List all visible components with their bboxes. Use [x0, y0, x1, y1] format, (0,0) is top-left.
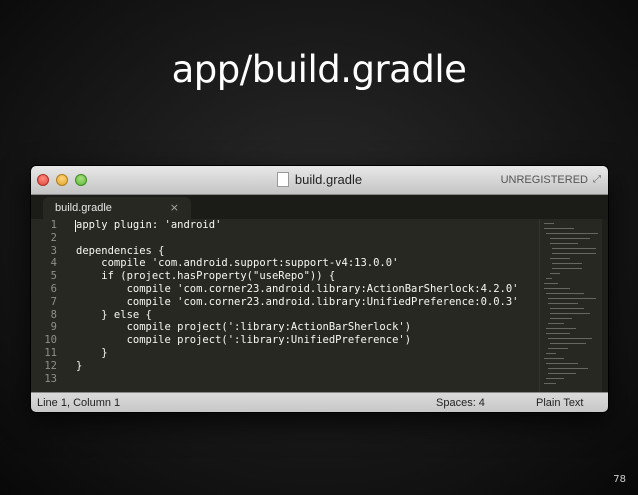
window-title: build.gradle: [294, 172, 363, 187]
minimap-line: [546, 293, 584, 294]
minimap-line: [546, 363, 578, 364]
tab-build-gradle[interactable]: build.gradle ×: [43, 197, 191, 219]
code-area[interactable]: apply plugin: 'android' dependencies { co…: [76, 219, 536, 392]
code-editor[interactable]: 1 2 3 4 5 6 7 8 9 10 11 12 13 apply plugin: 'android…: [31, 219, 608, 392]
minimap-line: [544, 223, 554, 224]
line-number: 13: [44, 372, 57, 385]
line-number-gutter: 1 2 3 4 5 6 7 8 9 10 11 12 13: [31, 219, 67, 392]
code-line[interactable]: compile 'com.corner23.android.library:Un…: [76, 296, 536, 309]
editor-window: build.gradle UNREGISTERED ⤢ build.gradle…: [31, 166, 608, 412]
minimap-line: [544, 383, 556, 384]
code-line[interactable]: compile project(':library:UnifiedPrefere…: [76, 334, 536, 347]
cursor-position: Line 1, Column 1: [37, 397, 121, 409]
slide-title: app/build.gradle: [171, 48, 467, 91]
title-bar[interactable]: build.gradle UNREGISTERED ⤢: [31, 166, 608, 195]
minimap-line: [548, 298, 596, 299]
minimap-line: [552, 253, 596, 254]
syntax-selector[interactable]: Plain Text: [536, 393, 584, 412]
line-number: 10: [44, 334, 57, 347]
minimap-line: [546, 328, 576, 329]
minimap-line: [548, 368, 588, 369]
minimap-line: [550, 318, 572, 319]
code-line[interactable]: [76, 232, 536, 245]
minimap-line: [550, 343, 586, 344]
indentation-setting[interactable]: Spaces: 4: [436, 393, 485, 412]
line-number: 11: [44, 346, 57, 359]
minimap-line: [550, 238, 590, 239]
minimap-line: [544, 358, 564, 359]
minimap-line: [544, 288, 570, 289]
minimap-line: [548, 338, 592, 339]
minimap-line: [546, 353, 556, 354]
minimap-line: [546, 233, 598, 234]
status-bar: Line 1, Column 1 Spaces: 4 Plain Text: [31, 392, 608, 412]
minimap-line: [546, 378, 564, 379]
line-number: 1: [50, 219, 57, 231]
line-number: 8: [50, 308, 57, 321]
minimap-line: [550, 273, 560, 274]
minimap[interactable]: [539, 219, 603, 392]
code-line[interactable]: } else {: [76, 309, 536, 322]
code-line[interactable]: dependencies {: [76, 245, 536, 258]
code-line[interactable]: }: [76, 347, 536, 360]
minimap-line: [550, 243, 578, 244]
line-number: 2: [50, 231, 57, 244]
minimap-line: [544, 228, 574, 229]
line-number: 4: [50, 257, 57, 270]
minimap-line: [546, 278, 552, 279]
code-line[interactable]: if (project.hasProperty("useRepo")) {: [76, 270, 536, 283]
minimap-line: [548, 303, 578, 304]
fullscreen-icon[interactable]: ⤢: [593, 175, 603, 185]
code-line[interactable]: }: [76, 360, 536, 373]
minimap-line: [550, 308, 584, 309]
tab-close-icon[interactable]: ×: [170, 197, 179, 219]
minimap-line: [552, 248, 596, 249]
code-line[interactable]: [76, 373, 536, 386]
minimap-line: [552, 263, 582, 264]
document-icon: [276, 171, 289, 187]
code-line[interactable]: compile 'com.corner23.android.library:Ac…: [76, 283, 536, 296]
minimap-line: [548, 348, 568, 349]
minimap-line: [550, 258, 570, 259]
vertical-scrollbar[interactable]: [602, 219, 608, 392]
code-line[interactable]: compile project(':library:ActionBarSherl…: [76, 321, 536, 334]
line-number: 7: [50, 295, 57, 308]
minimap-line: [544, 283, 558, 284]
page-number: 78: [613, 474, 626, 485]
tab-label: build.gradle: [55, 202, 112, 214]
text-cursor: [75, 220, 76, 232]
line-number: 9: [50, 321, 57, 334]
code-line[interactable]: apply plugin: 'android': [76, 219, 536, 232]
minimap-line: [546, 333, 570, 334]
line-number: 12: [44, 359, 57, 372]
license-status: UNREGISTERED: [500, 174, 588, 186]
minimap-line: [548, 323, 564, 324]
line-number: 6: [50, 282, 57, 295]
minimap-line: [552, 268, 582, 269]
tab-bar: build.gradle ×: [31, 195, 608, 219]
minimap-line: [550, 313, 590, 314]
line-number: 3: [50, 244, 57, 257]
code-line[interactable]: compile 'com.android.support:support-v4:…: [76, 257, 536, 270]
line-number: 5: [50, 270, 57, 283]
minimap-line: [548, 373, 576, 374]
